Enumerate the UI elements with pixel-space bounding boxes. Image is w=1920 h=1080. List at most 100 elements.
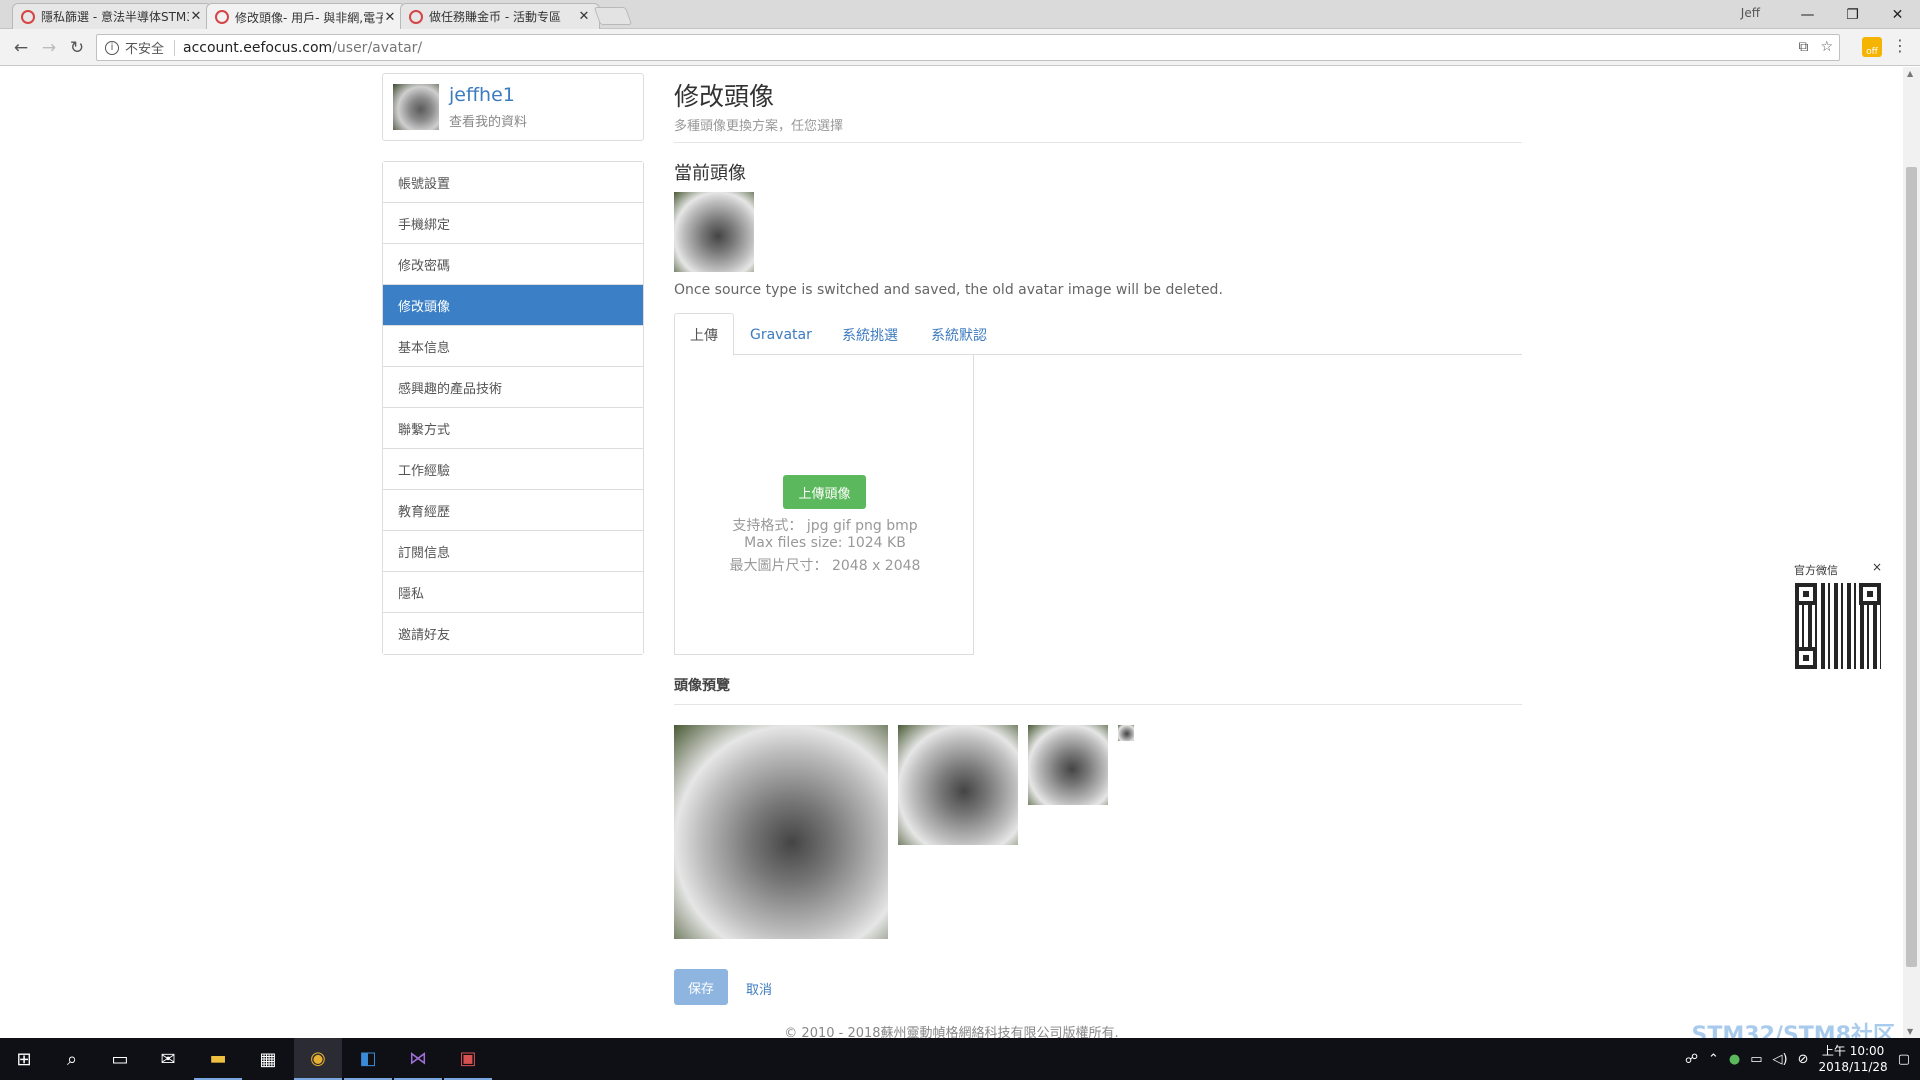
extension-icon[interactable]: off (1862, 37, 1882, 57)
browser-tab[interactable]: 隱私篩選 - 意法半導体STM32/ST ✕ (12, 3, 212, 29)
file-explorer-icon[interactable]: ▬ (194, 1038, 242, 1080)
browser-tab-active[interactable]: 修改頭像- 用戶- 與非網,電子 ✕ (206, 3, 406, 30)
close-tab-icon[interactable]: ✕ (189, 9, 203, 24)
search-icon[interactable]: ⌕ (48, 1038, 96, 1080)
notification-icon[interactable]: ▢ (1898, 1052, 1910, 1067)
supported-formats: 支持格式： jpg gif png bmp (732, 518, 918, 534)
sidebar-item-basic-info[interactable]: 基本信息 (383, 326, 643, 367)
preview-heading: 頭像預覽 (674, 678, 730, 694)
wechat-qr-code (1795, 583, 1881, 669)
clock-time: 上午 10:00 (1821, 1044, 1885, 1058)
mail-icon[interactable]: ✉ (144, 1038, 192, 1080)
sidebar-item-education[interactable]: 教育經歷 (383, 490, 643, 531)
divider (174, 39, 176, 56)
browser-tab-strip: 隱私篩選 - 意法半導体STM32/ST ✕ 修改頭像- 用戶- 與非網,電子 … (0, 0, 1920, 30)
sidebar-item-account[interactable]: 帳號設置 (383, 162, 643, 203)
qr-finder (1859, 583, 1881, 605)
scroll-up-icon[interactable]: ▲ (1907, 69, 1913, 78)
divider (674, 142, 1522, 143)
watermark: STM32/STM8社区 (1691, 1023, 1895, 1038)
browser-menu-icon[interactable]: ⋮ (1892, 36, 1908, 55)
view-profile-link[interactable]: 查看我的資料 (449, 111, 527, 130)
tab-system-pick[interactable]: 系統挑選 (827, 313, 913, 356)
volume-icon[interactable]: ◁) (1773, 1052, 1788, 1067)
sidebar-item-subscription[interactable]: 訂閱信息 (383, 531, 643, 572)
page-content: jeffhe1 查看我的資料 帳號設置 手機綁定 修改密碼 修改頭像 基本信息 … (0, 67, 1903, 1038)
qr-finder (1795, 647, 1817, 669)
sidebar-item-work[interactable]: 工作經驗 (383, 449, 643, 490)
bookmark-star-icon[interactable]: ☆ (1820, 39, 1833, 55)
show-hidden-icons[interactable]: ⌃ (1708, 1052, 1719, 1067)
settings-sidebar: 帳號設置 手機綁定 修改密碼 修改頭像 基本信息 感興趣的產品技術 聯繫方式 工… (382, 161, 644, 655)
taskbar-clock[interactable]: 上午 10:00 2018/11/28 (1819, 1043, 1888, 1075)
chrome-icon[interactable]: ◉ (294, 1038, 342, 1080)
save-button[interactable]: 保存 (674, 969, 728, 1005)
address-bar[interactable]: i 不安全 account.eefocus.com /user/avatar/ … (96, 34, 1840, 61)
task-view-icon[interactable]: ▭ (96, 1038, 144, 1080)
close-tab-icon[interactable]: ✕ (383, 10, 397, 25)
sidebar-item-contact[interactable]: 聯繫方式 (383, 408, 643, 449)
max-image-dimensions: 最大圖片尺寸： 2048 x 2048 (729, 558, 921, 574)
avatar-preview-medium (898, 725, 1018, 845)
tab-gravatar[interactable]: Gravatar (735, 313, 827, 356)
browser-tab[interactable]: 做任務賺金币 - 活動专區 ✕ (400, 3, 600, 29)
close-tab-icon[interactable]: ✕ (577, 9, 591, 24)
windows-taskbar: ⊞ ⌕ ▭ ✉ ▬ ▦ ◉ ◧ ⋈ ▣ ☍ ⌃ ● ▭ ◁) ⊘ 上午 10:0… (0, 1038, 1920, 1080)
minimize-icon[interactable]: — (1785, 0, 1830, 29)
tray-app-icon[interactable]: ● (1729, 1052, 1740, 1067)
avatar-preview-large (674, 725, 888, 939)
qr-finder (1795, 583, 1817, 605)
avatar-source-tabs: 上傳 Gravatar 系統挑選 系統默認 (674, 313, 1522, 356)
security-label[interactable]: 不安全 (125, 38, 164, 57)
people-icon[interactable]: ☍ (1685, 1052, 1698, 1067)
windows-start-icon[interactable]: ⊞ (0, 1038, 48, 1080)
upload-avatar-button[interactable]: 上傳頭像 (783, 475, 866, 509)
cancel-link[interactable]: 取消 (746, 979, 772, 998)
clock-date: 2018/11/28 (1818, 1060, 1888, 1074)
new-tab-button[interactable] (593, 7, 633, 25)
maximize-icon[interactable]: ❐ (1830, 0, 1875, 29)
footer-copyright: © 2010 - 2018蘇州靈動幀格網絡科技有限公司版權所有. (784, 1026, 1119, 1038)
page-title: 修改頭像 (674, 82, 775, 111)
reload-icon[interactable]: ↻ (66, 37, 88, 59)
sidebar-item-avatar[interactable]: 修改頭像 (383, 285, 643, 326)
info-icon[interactable]: i (105, 40, 119, 55)
sidebar-item-privacy[interactable]: 隱私 (383, 572, 643, 613)
network-icon[interactable]: ▭ (1750, 1052, 1762, 1067)
sidebar-item-invite[interactable]: 邀請好友 (383, 613, 643, 654)
site-favicon-icon (215, 10, 229, 24)
back-arrow-icon[interactable]: ← (10, 37, 32, 59)
url-host: account.eefocus.com (183, 39, 333, 56)
qr-close-icon[interactable]: × (1872, 560, 1882, 574)
system-tray: ☍ ⌃ ● ▭ ◁) ⊘ 上午 10:00 2018/11/28 ▢ (1685, 1038, 1920, 1080)
forward-arrow-icon[interactable]: → (38, 37, 60, 59)
scroll-down-icon[interactable]: ▼ (1907, 1027, 1913, 1036)
url-path: /user/avatar/ (332, 39, 423, 56)
tab-upload[interactable]: 上傳 (674, 313, 734, 356)
ime-icon[interactable]: ⊘ (1798, 1052, 1809, 1067)
visual-studio-icon[interactable]: ⋈ (394, 1038, 442, 1080)
translate-icon[interactable]: ⧉ (1798, 39, 1808, 55)
divider (674, 704, 1522, 705)
tab-system-default[interactable]: 系統默認 (916, 313, 1002, 356)
current-avatar-image (674, 192, 754, 272)
sidebar-item-password[interactable]: 修改密碼 (383, 244, 643, 285)
upload-panel: 上傳頭像 支持格式： jpg gif png bmp Max files siz… (674, 355, 974, 655)
avatar-preview-tiny (1118, 725, 1134, 741)
close-window-icon[interactable]: ✕ (1875, 0, 1920, 29)
user-avatar[interactable] (393, 84, 439, 130)
profile-name[interactable]: Jeff (1741, 6, 1760, 20)
calculator-icon[interactable]: ▦ (244, 1038, 292, 1080)
tab-title: 修改頭像- 用戶- 與非網,電子 (235, 10, 383, 25)
site-favicon-icon (21, 9, 35, 24)
sidebar-item-phone[interactable]: 手機綁定 (383, 203, 643, 244)
scrollbar-thumb[interactable] (1906, 167, 1917, 967)
browser-toolbar: ← → ↻ i 不安全 account.eefocus.com /user/av… (0, 29, 1920, 66)
current-avatar-heading: 當前頭像 (674, 163, 746, 184)
sidebar-item-interests[interactable]: 感興趣的產品技術 (383, 367, 643, 408)
outlook-icon[interactable]: ◧ (344, 1038, 392, 1080)
username-link[interactable]: jeffhe1 (449, 84, 515, 106)
page-scrollbar[interactable]: ▲ ▼ (1903, 67, 1920, 1038)
image-app-icon[interactable]: ▣ (444, 1038, 492, 1080)
site-favicon-icon (409, 9, 423, 24)
